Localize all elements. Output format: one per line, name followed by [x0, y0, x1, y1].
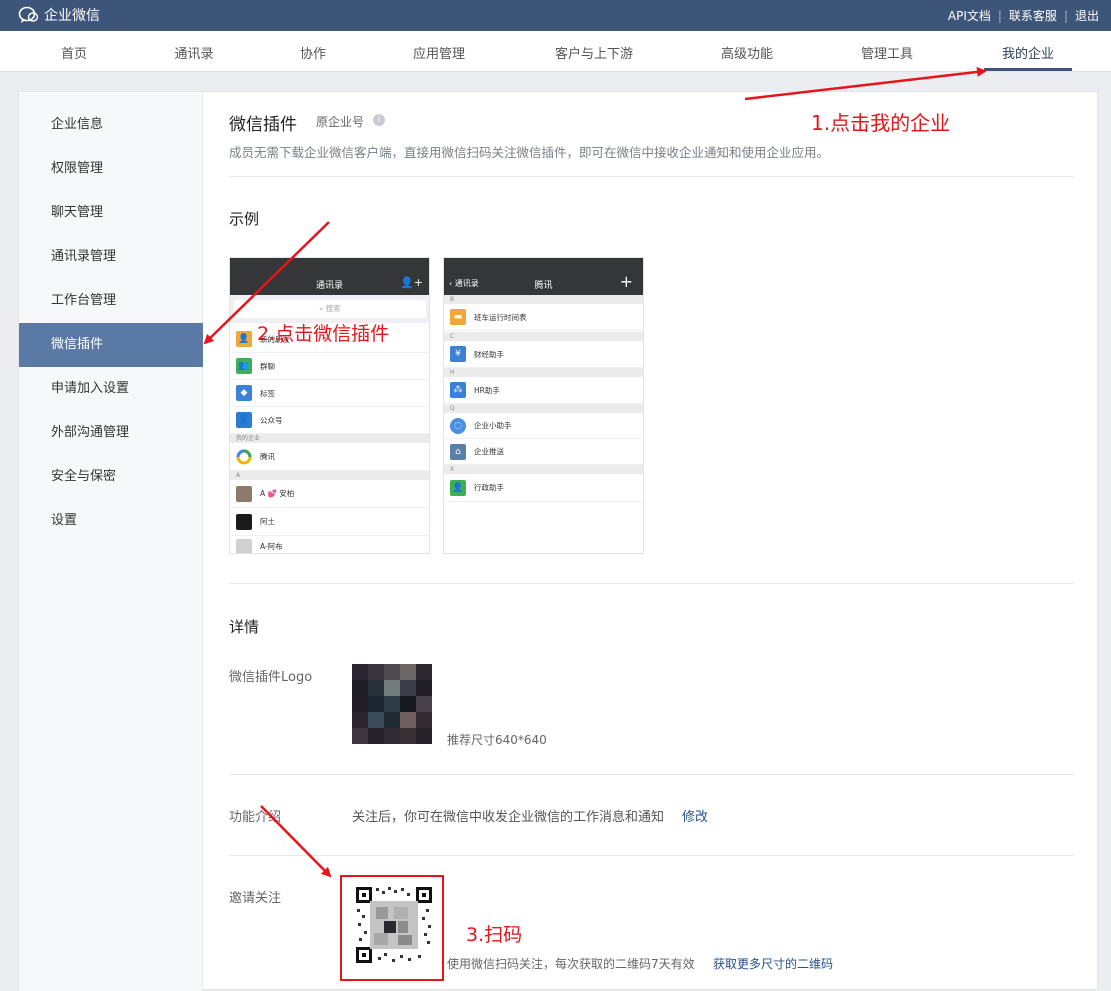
annotation-arrows: [203, 66, 987, 981]
annotation-step2: 2.点击微信插件: [257, 323, 390, 345]
qr-highlight-box: [340, 875, 444, 981]
annotation-step1: 1.点击我的企业: [811, 111, 951, 135]
arrow-to-my-enterprise: [744, 66, 987, 101]
annotation-step3: 3.扫码: [466, 924, 523, 946]
arrow-to-qr-code: [260, 805, 332, 878]
